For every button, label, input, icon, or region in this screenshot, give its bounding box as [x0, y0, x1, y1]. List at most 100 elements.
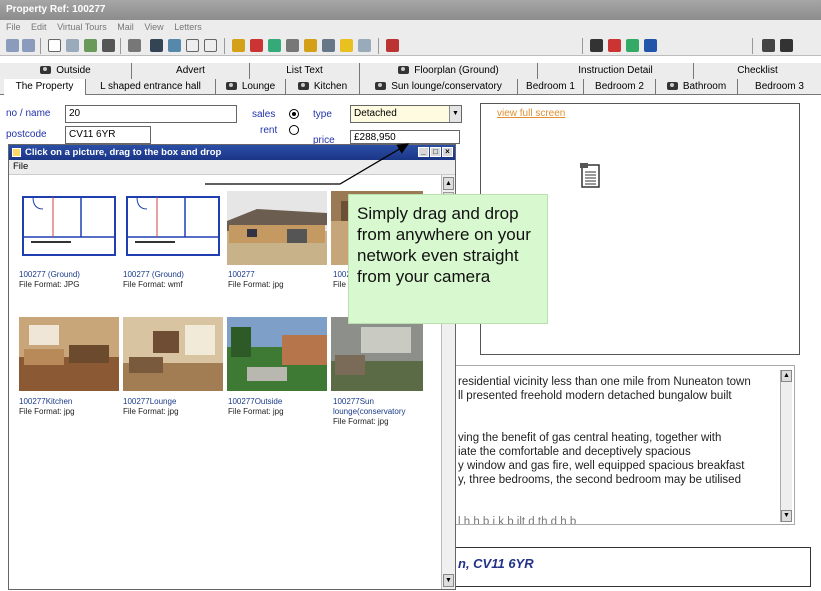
description-line: ll presented freehold modern detached bu… [458, 390, 732, 402]
address-box: n, CV11 6YR [445, 547, 811, 587]
floorplan-thumbnail[interactable] [19, 191, 119, 265]
no-name-label: no / name [6, 108, 51, 119]
picker-title[interactable]: Click on a picture, drag to the box and … [9, 145, 455, 160]
group-icon[interactable] [322, 39, 335, 52]
description-line: y, three bedrooms, the second bedroom ma… [458, 474, 741, 486]
checkbox-icon[interactable] [204, 39, 217, 52]
tools-cross-icon[interactable] [250, 39, 263, 52]
pencil-icon[interactable] [340, 39, 353, 52]
thumbnail-caption: 100277 (Ground) File Format: wmf [123, 270, 184, 289]
garden-photo-thumbnail[interactable] [227, 317, 327, 391]
tab-bedroom-2[interactable]: Bedroom 2 [584, 79, 656, 95]
description-line: y window and gas fire, well equipped spa… [458, 460, 745, 472]
exterior-photo-thumbnail[interactable] [227, 191, 327, 265]
tab-entrance-hall[interactable]: L shaped entrance hall [86, 79, 216, 95]
tab-bathroom[interactable]: Bathroom [656, 79, 738, 95]
picker-menu-file[interactable]: File [9, 160, 455, 175]
calculator-icon[interactable] [286, 39, 299, 52]
lounge-photo-thumbnail[interactable] [123, 317, 223, 391]
thumbnail-caption: 100277Sun lounge(conservatory File Format… [333, 397, 406, 426]
copy-icon[interactable] [66, 39, 79, 52]
menu-view[interactable]: View [144, 22, 163, 32]
person-icon[interactable] [232, 39, 245, 52]
thumbnail-caption: 100277Lounge File Format: jpg [123, 397, 179, 416]
rent-radio[interactable] [289, 125, 299, 135]
report-icon[interactable] [150, 39, 163, 52]
word-icon[interactable] [644, 39, 657, 52]
tab-bedroom-1[interactable]: Bedroom 1 [518, 79, 584, 95]
floorplan-thumbnail[interactable] [123, 191, 223, 265]
postcode-field[interactable]: CV11 6YR [65, 126, 151, 144]
tab-checklist[interactable]: Checklist [694, 63, 821, 79]
rent-label: rent [260, 125, 278, 136]
postcode-label: postcode [6, 129, 47, 140]
window-title: Property Ref: 100277 [0, 0, 821, 20]
minimize-icon[interactable]: _ [418, 147, 429, 157]
exit-icon[interactable] [386, 39, 399, 52]
camera-icon [40, 66, 52, 74]
camera-icon [398, 66, 410, 74]
list-icon[interactable] [186, 39, 199, 52]
sales-label: sales [252, 109, 276, 120]
keys-icon[interactable] [304, 39, 317, 52]
menu-file[interactable]: File [6, 22, 21, 32]
tab-floorplan-ground[interactable]: Floorplan (Ground) [360, 63, 538, 79]
tab-sun-lounge[interactable]: Sun lounge/conservatory [360, 79, 518, 95]
window-icon[interactable] [168, 39, 181, 52]
print-icon[interactable] [102, 39, 115, 52]
tab-advert[interactable]: Advert [132, 63, 250, 79]
new-document-icon[interactable] [48, 39, 61, 52]
description-scrollbar[interactable]: ▲ ▼ [780, 370, 792, 522]
view-full-screen-link[interactable]: view full screen [497, 108, 565, 119]
tab-the-property[interactable]: The Property [4, 79, 86, 95]
heart-icon[interactable] [608, 39, 621, 52]
price-field[interactable]: £288,950 [350, 130, 460, 144]
description-line: l h h b i k b ilt d th d h b [458, 516, 577, 525]
address-text: n, CV11 6YR [458, 556, 534, 571]
tab-list-text[interactable]: List Text [250, 63, 360, 79]
description-textarea[interactable]: residential vicinity less than one mile … [455, 365, 795, 525]
menu-edit[interactable]: Edit [31, 22, 47, 32]
toolbar [0, 36, 821, 56]
type-select[interactable]: Detached ▼ [350, 105, 462, 123]
picture-icon[interactable] [626, 39, 639, 52]
menu-bar: File Edit Virtual Tours Mail View Letter… [0, 20, 821, 36]
forward-icon[interactable] [22, 39, 35, 52]
menu-virtual-tours[interactable]: Virtual Tours [57, 22, 107, 32]
thumbnail-caption: 100277 File Format: jpg [228, 270, 284, 289]
tab-kitchen[interactable]: Kitchen [286, 79, 360, 95]
thumbnail-caption: 100277Outside File Format: jpg [228, 397, 284, 416]
description-line: iate the comfortable and deceptively spa… [458, 446, 691, 458]
close-icon[interactable]: × [442, 147, 453, 157]
thumbnail-caption: 100277Kitchen File Format: jpg [19, 397, 75, 416]
tab-lounge[interactable]: Lounge [216, 79, 286, 95]
exit-door-icon[interactable] [780, 39, 793, 52]
back-icon[interactable] [6, 39, 19, 52]
maximize-icon[interactable]: □ [430, 147, 441, 157]
scroll-down-icon[interactable]: ▼ [781, 510, 792, 522]
tools-icon[interactable] [128, 39, 141, 52]
sun-lounge-photo-thumbnail[interactable] [331, 317, 423, 391]
scroll-up-icon[interactable]: ▲ [781, 370, 792, 382]
contacts-icon[interactable] [268, 39, 281, 52]
scroll-up-icon[interactable]: ▲ [443, 177, 454, 190]
window-app-icon [12, 148, 21, 157]
sales-radio[interactable] [289, 109, 299, 119]
type-value: Detached [354, 108, 397, 119]
description-line: ving the benefit of gas central heating,… [458, 432, 722, 444]
tab-instruction-detail[interactable]: Instruction Detail [538, 63, 694, 79]
camera-icon[interactable] [590, 39, 603, 52]
globe-icon[interactable] [84, 39, 97, 52]
no-name-field[interactable]: 20 [65, 105, 237, 123]
export-icon[interactable] [358, 39, 371, 52]
callout-note: Simply drag and drop from anywhere on yo… [348, 194, 548, 324]
camera-icon [225, 82, 237, 90]
chevron-down-icon[interactable]: ▼ [449, 106, 461, 122]
menu-mail[interactable]: Mail [117, 22, 134, 32]
kitchen-photo-thumbnail[interactable] [19, 317, 119, 391]
tab-outside[interactable]: Outside [0, 63, 132, 79]
menu-letters[interactable]: Letters [174, 22, 202, 32]
scroll-down-icon[interactable]: ▼ [443, 574, 454, 587]
tab-bedroom-3[interactable]: Bedroom 3 [738, 79, 821, 95]
help-icon[interactable] [762, 39, 775, 52]
